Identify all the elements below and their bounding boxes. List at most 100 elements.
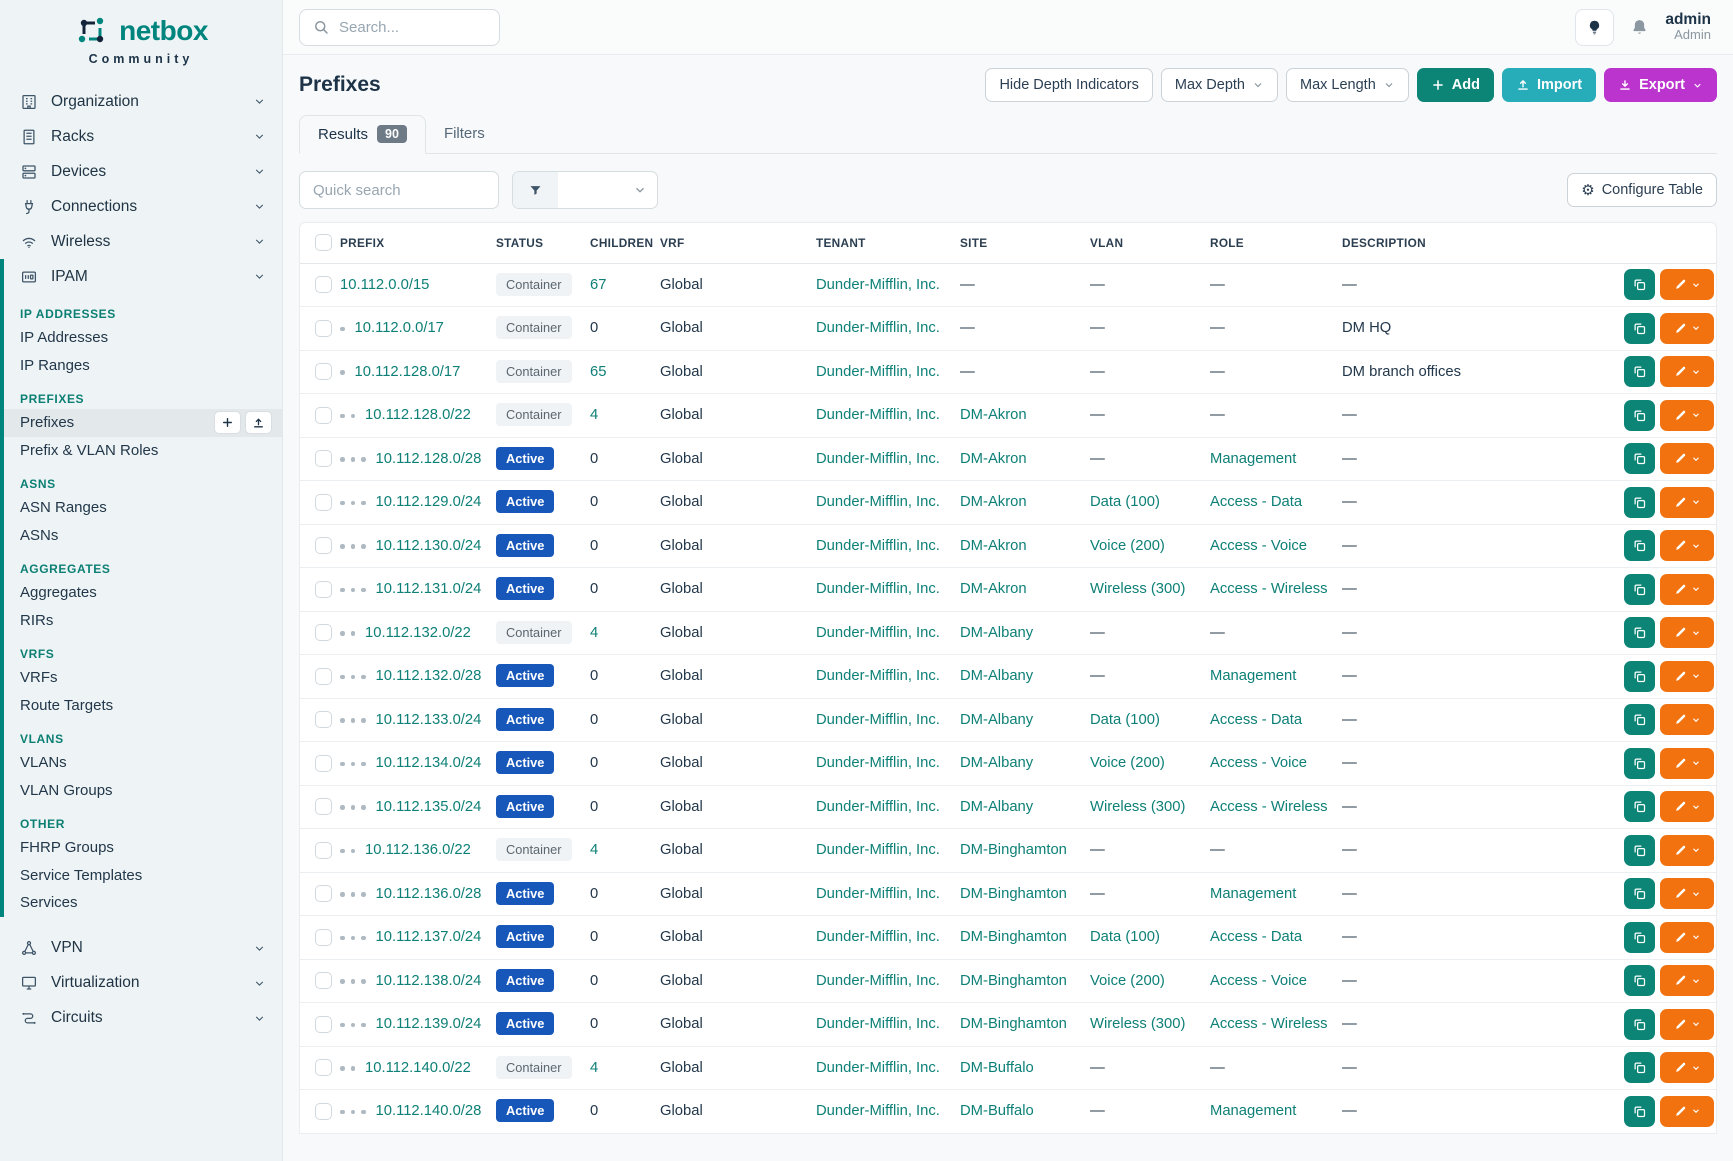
role-link[interactable]: Management [1210,886,1296,902]
sidebar-item-vrfs[interactable]: VRFs [4,664,282,692]
role-link[interactable]: Access - Data [1210,712,1302,728]
add-button[interactable]: Add [1417,68,1494,102]
edit-dropdown-button[interactable] [1660,791,1714,822]
tenant-link[interactable]: Dunder-Mifflin, Inc. [816,1103,940,1119]
site-link[interactable]: DM-Akron [960,494,1027,510]
children-link[interactable]: 4 [590,625,598,641]
site-link[interactable]: DM-Binghamton [960,842,1067,858]
copy-button[interactable] [1624,922,1655,953]
tenant-link[interactable]: Dunder-Mifflin, Inc. [816,494,940,510]
vlan-link[interactable]: Voice (200) [1090,538,1165,554]
edit-dropdown-button[interactable] [1660,617,1714,648]
prefix-link[interactable]: 10.112.128.0/22 [365,407,471,423]
prefix-link[interactable]: 10.112.134.0/24 [376,755,482,771]
site-link[interactable]: DM-Buffalo [960,1103,1034,1119]
row-checkbox[interactable] [315,755,332,772]
import-button[interactable]: Import [1502,68,1596,102]
sidebar-item-racks[interactable]: Racks [0,119,282,154]
edit-dropdown-button[interactable] [1660,574,1714,605]
sidebar-item-prefixes[interactable]: Prefixes [4,409,282,437]
site-link[interactable]: DM-Buffalo [960,1060,1034,1076]
tenant-link[interactable]: Dunder-Mifflin, Inc. [816,538,940,554]
copy-button[interactable] [1624,487,1655,518]
max-length-dropdown[interactable]: Max Length [1286,68,1409,102]
copy-button[interactable] [1624,313,1655,344]
copy-button[interactable] [1624,791,1655,822]
theme-toggle-button[interactable] [1575,9,1614,46]
prefix-link[interactable]: 10.112.137.0/24 [376,929,482,945]
copy-button[interactable] [1624,617,1655,648]
role-link[interactable]: Management [1210,1103,1296,1119]
edit-dropdown-button[interactable] [1660,530,1714,561]
prefix-link[interactable]: 10.112.136.0/22 [365,842,471,858]
prefix-link[interactable]: 10.112.136.0/28 [376,886,482,902]
column-header-prefix[interactable]: PREFIX [340,223,496,263]
column-header-children[interactable]: CHILDREN [590,223,660,263]
select-all-checkbox[interactable] [315,234,332,251]
vlan-link[interactable]: Wireless (300) [1090,581,1185,597]
copy-button[interactable] [1624,443,1655,474]
vlan-link[interactable]: Wireless (300) [1090,1016,1185,1032]
tenant-link[interactable]: Dunder-Mifflin, Inc. [816,364,940,380]
sidebar-item-vlans[interactable]: VLANs [4,749,282,777]
site-link[interactable]: DM-Binghamton [960,973,1067,989]
quick-add-button[interactable] [214,411,241,434]
prefix-link[interactable]: 10.112.132.0/22 [365,625,471,641]
sidebar-item-asns[interactable]: ASNs [4,522,282,550]
sidebar-item-ip-ranges[interactable]: IP Ranges [4,352,282,380]
sidebar-item-ipam[interactable]: IPAM [4,259,282,294]
tenant-link[interactable]: Dunder-Mifflin, Inc. [816,799,940,815]
sidebar-item-rirs[interactable]: RIRs [4,607,282,635]
copy-button[interactable] [1624,269,1655,300]
tenant-link[interactable]: Dunder-Mifflin, Inc. [816,1016,940,1032]
row-checkbox[interactable] [315,1103,332,1120]
edit-dropdown-button[interactable] [1660,661,1714,692]
row-checkbox[interactable] [315,929,332,946]
tenant-link[interactable]: Dunder-Mifflin, Inc. [816,886,940,902]
row-checkbox[interactable] [315,494,332,511]
copy-button[interactable] [1624,704,1655,735]
copy-button[interactable] [1624,574,1655,605]
row-checkbox[interactable] [315,624,332,641]
copy-button[interactable] [1624,1096,1655,1127]
row-checkbox[interactable] [315,450,332,467]
site-link[interactable]: DM-Binghamton [960,1016,1067,1032]
prefix-link[interactable]: 10.112.135.0/24 [376,799,482,815]
quick-search-input[interactable] [299,171,499,209]
tenant-link[interactable]: Dunder-Mifflin, Inc. [816,581,940,597]
column-header-description[interactable]: DESCRIPTION [1342,223,1624,263]
column-header-role[interactable]: ROLE [1210,223,1342,263]
tenant-link[interactable]: Dunder-Mifflin, Inc. [816,451,940,467]
tenant-link[interactable]: Dunder-Mifflin, Inc. [816,277,940,293]
tab-results[interactable]: Results 90 [299,115,426,154]
role-link[interactable]: Access - Wireless [1210,581,1328,597]
edit-dropdown-button[interactable] [1660,878,1714,909]
tenant-link[interactable]: Dunder-Mifflin, Inc. [816,1060,940,1076]
row-checkbox[interactable] [315,1016,332,1033]
prefix-link[interactable]: 10.112.131.0/24 [376,581,482,597]
role-link[interactable]: Access - Data [1210,929,1302,945]
row-checkbox[interactable] [315,885,332,902]
prefix-link[interactable]: 10.112.138.0/24 [376,973,482,989]
edit-dropdown-button[interactable] [1660,1052,1714,1083]
sidebar-item-ip-addresses[interactable]: IP Addresses [4,324,282,352]
prefix-link[interactable]: 10.112.132.0/28 [376,668,482,684]
sidebar-item-connections[interactable]: Connections [0,189,282,224]
role-link[interactable]: Management [1210,668,1296,684]
tenant-link[interactable]: Dunder-Mifflin, Inc. [816,712,940,728]
sidebar-item-service-templates[interactable]: Service Templates [4,862,282,890]
children-link[interactable]: 4 [590,1060,598,1076]
column-header-vrf[interactable]: VRF [660,223,816,263]
site-link[interactable]: DM-Albany [960,668,1033,684]
notifications-button[interactable] [1629,17,1650,38]
tenant-link[interactable]: Dunder-Mifflin, Inc. [816,668,940,684]
export-dropdown[interactable]: Export [1604,68,1717,102]
row-checkbox[interactable] [315,276,332,293]
column-header-status[interactable]: STATUS [496,223,590,263]
hide-depth-indicators-button[interactable]: Hide Depth Indicators [985,68,1152,102]
edit-dropdown-button[interactable] [1660,748,1714,779]
site-link[interactable]: DM-Akron [960,407,1027,423]
sidebar-item-services[interactable]: Services [4,889,282,917]
copy-button[interactable] [1624,356,1655,387]
edit-dropdown-button[interactable] [1660,704,1714,735]
